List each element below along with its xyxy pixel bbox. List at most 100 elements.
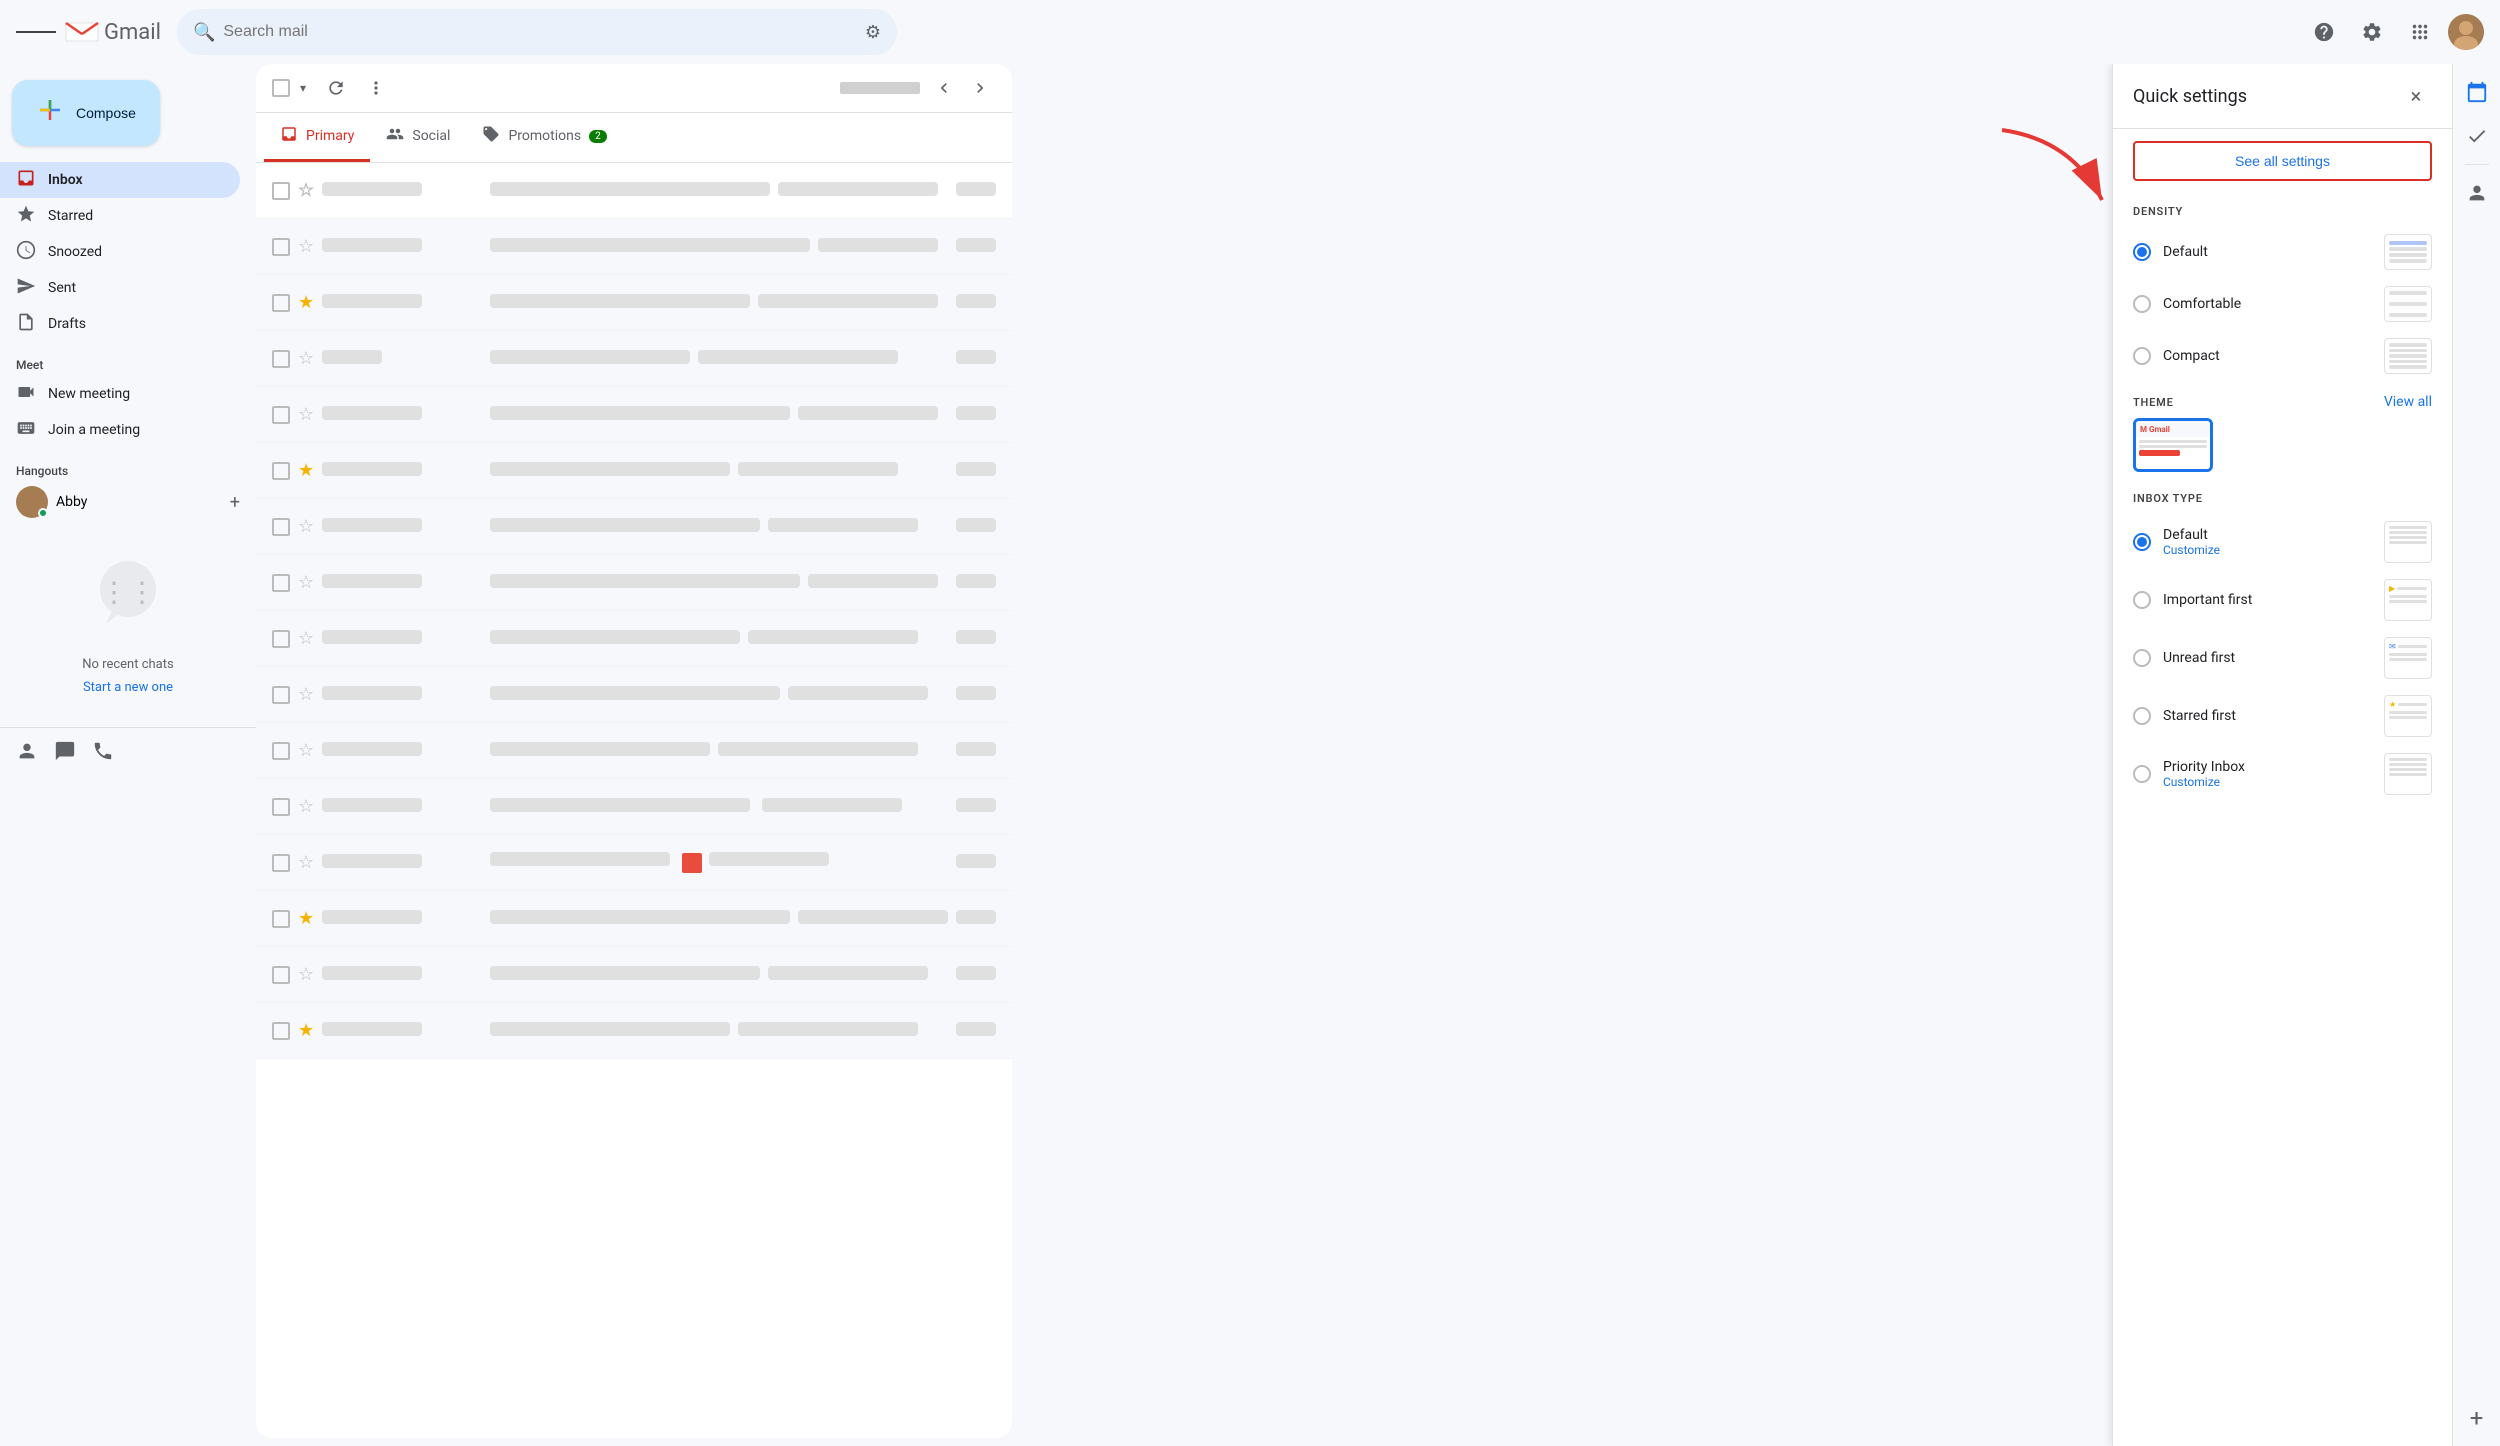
density-comfortable-option[interactable]: Comfortable bbox=[2113, 278, 2452, 330]
add-hangout-button[interactable]: + bbox=[230, 492, 240, 513]
inbox-type-priority-option[interactable]: Priority Inbox Customize bbox=[2113, 745, 2452, 803]
inbox-type-starred-radio[interactable] bbox=[2133, 707, 2151, 725]
star-button[interactable]: ☆ bbox=[298, 684, 314, 705]
inbox-type-important-option[interactable]: Important first ▶ bbox=[2113, 571, 2452, 629]
sidebar-item-new-meeting[interactable]: New meeting bbox=[0, 376, 240, 412]
filter-icon[interactable]: ⚙ bbox=[865, 22, 881, 43]
inbox-type-default-option[interactable]: Default Customize bbox=[2113, 513, 2452, 571]
chat-icon[interactable] bbox=[54, 740, 76, 767]
theme-preview-default[interactable]: M Gmail bbox=[2133, 418, 2213, 472]
row-checkbox[interactable] bbox=[272, 238, 290, 256]
row-checkbox[interactable] bbox=[272, 742, 290, 760]
star-button[interactable]: ★ bbox=[298, 292, 314, 313]
row-checkbox[interactable] bbox=[272, 966, 290, 984]
sidebar-item-drafts[interactable]: Drafts bbox=[0, 306, 240, 342]
sidebar-item-snoozed[interactable]: Snoozed bbox=[0, 234, 240, 270]
table-row[interactable]: ★ bbox=[256, 891, 1012, 947]
search-bar[interactable]: 🔍 ⚙ bbox=[177, 9, 897, 55]
table-row[interactable]: ☆ bbox=[256, 387, 1012, 443]
person-icon[interactable] bbox=[16, 740, 38, 767]
row-checkbox[interactable] bbox=[272, 350, 290, 368]
table-row[interactable]: ☆ bbox=[256, 723, 1012, 779]
star-button[interactable]: ☆ bbox=[298, 964, 314, 985]
inbox-type-default-radio[interactable] bbox=[2133, 533, 2151, 551]
inbox-type-priority-radio[interactable] bbox=[2133, 765, 2151, 783]
more-options-button[interactable] bbox=[360, 72, 392, 104]
settings-button[interactable] bbox=[2352, 12, 2392, 52]
row-checkbox[interactable] bbox=[272, 294, 290, 312]
add-app-button[interactable]: + bbox=[2457, 1398, 2497, 1438]
row-checkbox[interactable] bbox=[272, 630, 290, 648]
refresh-button[interactable] bbox=[320, 72, 352, 104]
search-input[interactable] bbox=[223, 23, 856, 41]
star-button[interactable]: ☆ bbox=[298, 740, 314, 761]
compose-button[interactable]: Compose bbox=[12, 80, 160, 146]
star-button[interactable]: ☆ bbox=[298, 796, 314, 817]
row-checkbox[interactable] bbox=[272, 1022, 290, 1040]
star-button[interactable]: ☆ bbox=[298, 348, 314, 369]
tab-promotions[interactable]: Promotions 2 bbox=[466, 113, 622, 162]
star-button[interactable]: ★ bbox=[298, 460, 314, 481]
contacts-icon[interactable] bbox=[2457, 173, 2497, 213]
hangout-user[interactable]: Abby + bbox=[0, 482, 256, 522]
sidebar-item-join-meeting[interactable]: Join a meeting bbox=[0, 412, 240, 448]
sidebar-item-inbox[interactable]: Inbox bbox=[0, 162, 240, 198]
see-all-settings-button[interactable]: See all settings bbox=[2133, 141, 2432, 181]
phone-icon[interactable] bbox=[92, 740, 114, 767]
star-button[interactable]: ☆ bbox=[298, 572, 314, 593]
table-row[interactable]: ☆ bbox=[256, 163, 1012, 219]
table-row[interactable]: ★ bbox=[256, 1003, 1012, 1059]
star-button[interactable]: ☆ bbox=[298, 404, 314, 425]
table-row[interactable]: ★ bbox=[256, 443, 1012, 499]
help-button[interactable] bbox=[2304, 12, 2344, 52]
density-compact-option[interactable]: Compact bbox=[2113, 330, 2452, 382]
density-comfortable-radio[interactable] bbox=[2133, 295, 2151, 313]
star-button[interactable]: ☆ bbox=[298, 516, 314, 537]
inbox-type-starred-option[interactable]: Starred first ★ bbox=[2113, 687, 2452, 745]
star-button[interactable]: ☆ bbox=[298, 628, 314, 649]
table-row[interactable]: ☆ bbox=[256, 835, 1012, 891]
tab-social[interactable]: Social bbox=[370, 113, 466, 162]
sidebar-item-sent[interactable]: Sent bbox=[0, 270, 240, 306]
table-row[interactable]: ☆ bbox=[256, 611, 1012, 667]
density-default-option[interactable]: Default bbox=[2113, 226, 2452, 278]
star-button[interactable]: ★ bbox=[298, 1020, 314, 1041]
table-row[interactable]: ☆ bbox=[256, 331, 1012, 387]
row-checkbox[interactable] bbox=[272, 574, 290, 592]
table-row[interactable]: ☆ bbox=[256, 667, 1012, 723]
select-all-checkbox[interactable] bbox=[272, 79, 290, 97]
row-checkbox[interactable] bbox=[272, 686, 290, 704]
table-row[interactable]: ☆ bbox=[256, 779, 1012, 835]
row-checkbox[interactable] bbox=[272, 798, 290, 816]
calendar-icon[interactable] bbox=[2457, 72, 2497, 112]
table-row[interactable]: ☆ bbox=[256, 555, 1012, 611]
star-button[interactable]: ☆ bbox=[298, 852, 314, 873]
avatar[interactable] bbox=[2448, 14, 2484, 50]
start-new-chat-link[interactable]: Start a new one bbox=[83, 680, 173, 695]
row-checkbox[interactable] bbox=[272, 182, 290, 200]
prev-page-button[interactable] bbox=[928, 72, 960, 104]
table-row[interactable]: ★ bbox=[256, 275, 1012, 331]
density-default-radio[interactable] bbox=[2133, 243, 2151, 261]
row-checkbox[interactable] bbox=[272, 910, 290, 928]
tasks-icon[interactable] bbox=[2457, 116, 2497, 156]
next-page-button[interactable] bbox=[964, 72, 996, 104]
view-all-themes-link[interactable]: View all bbox=[2384, 394, 2432, 410]
density-compact-radio[interactable] bbox=[2133, 347, 2151, 365]
star-button[interactable]: ☆ bbox=[298, 180, 314, 201]
row-checkbox[interactable] bbox=[272, 854, 290, 872]
select-dropdown-button[interactable]: ▾ bbox=[294, 79, 312, 97]
quick-settings-close-button[interactable]: × bbox=[2400, 80, 2432, 112]
apps-button[interactable] bbox=[2400, 12, 2440, 52]
table-row[interactable]: ☆ bbox=[256, 219, 1012, 275]
star-button[interactable]: ★ bbox=[298, 908, 314, 929]
tab-primary[interactable]: Primary bbox=[264, 113, 370, 162]
inbox-type-unread-option[interactable]: Unread first ✉ bbox=[2113, 629, 2452, 687]
table-row[interactable]: ☆ bbox=[256, 947, 1012, 1003]
sidebar-item-starred[interactable]: Starred bbox=[0, 198, 240, 234]
inbox-type-unread-radio[interactable] bbox=[2133, 649, 2151, 667]
row-checkbox[interactable] bbox=[272, 406, 290, 424]
row-checkbox[interactable] bbox=[272, 462, 290, 480]
row-checkbox[interactable] bbox=[272, 518, 290, 536]
star-button[interactable]: ☆ bbox=[298, 236, 314, 257]
